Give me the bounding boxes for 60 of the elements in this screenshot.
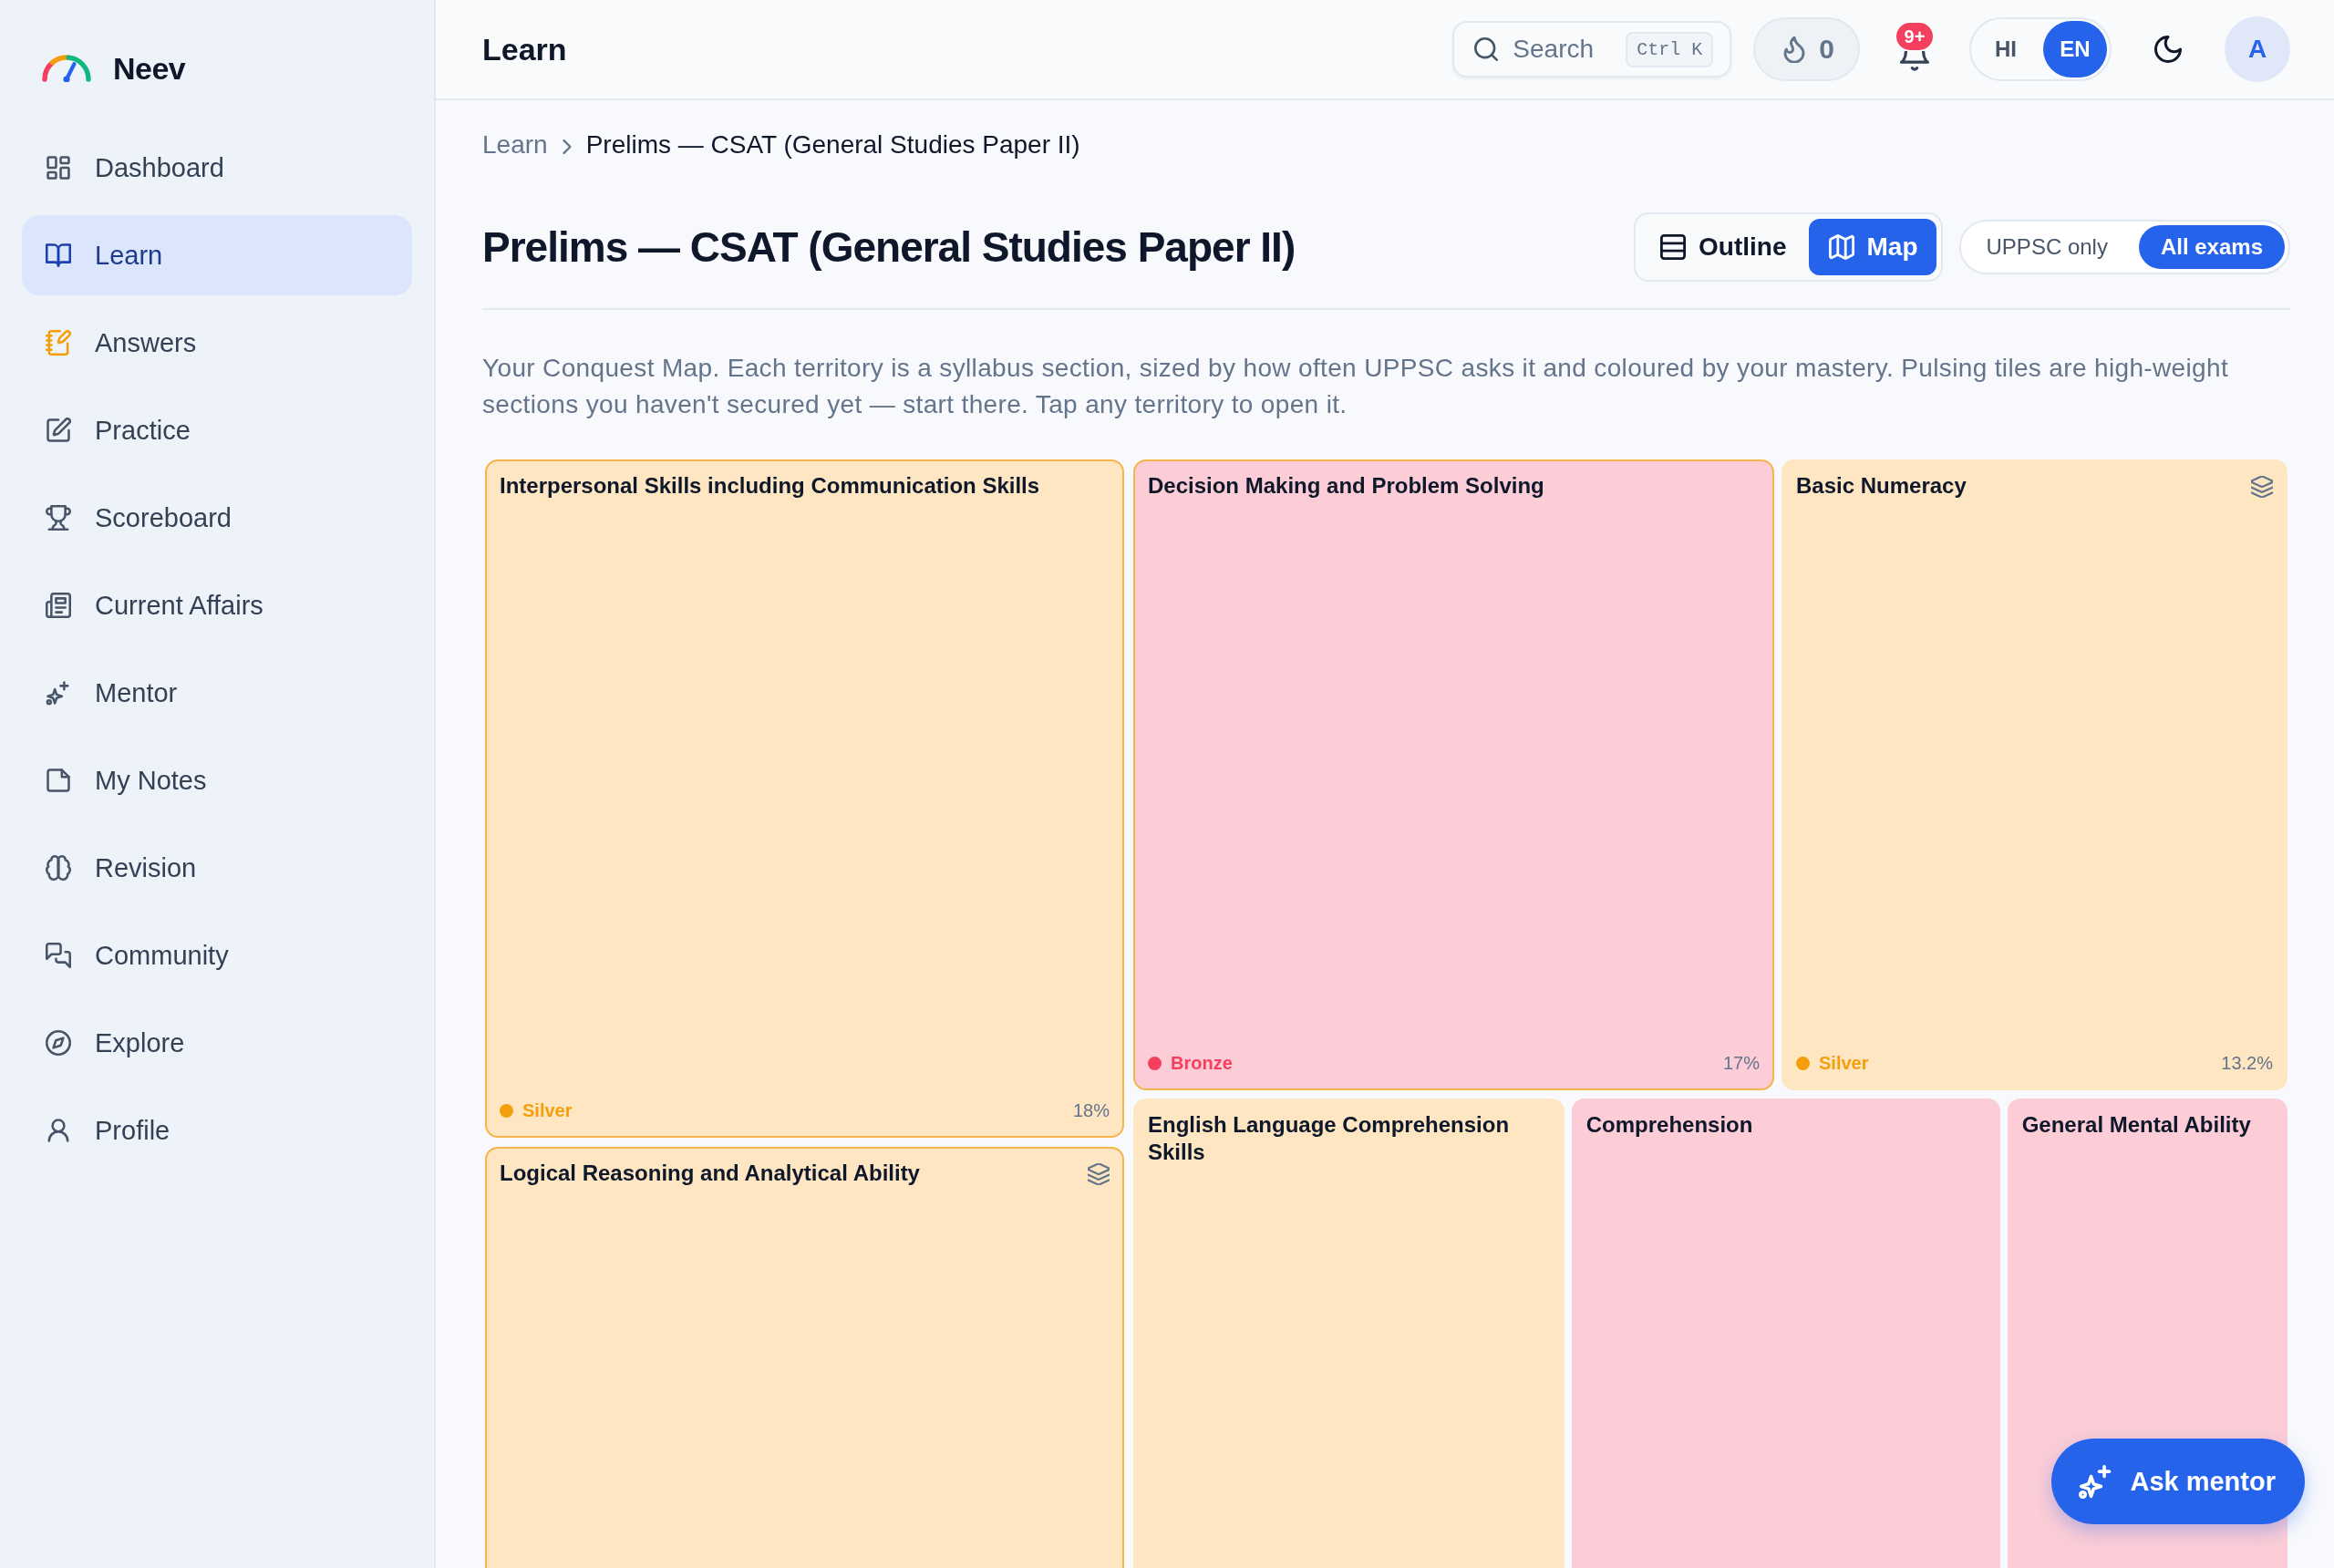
territory-tile[interactable]: Interpersonal Skills including Communication Skills Silver 18% [485,459,1124,1138]
breadcrumb-link[interactable]: Learn [482,130,548,160]
nav-item[interactable]: My Notes [22,740,412,820]
nav-item[interactable]: Community [22,915,412,995]
view-option[interactable]: Map [1808,219,1936,275]
language-option[interactable]: EN [2043,21,2107,77]
territory-tile[interactable]: Logical Reasoning and Analytical Ability [485,1147,1124,1568]
mastery-label: Silver [1819,1053,1869,1074]
page-description: Your Conquest Map. Each territory is a syllabus section, sized by how often UPPSC asks it and coloured by your mastery. Pulsing tiles are high-weight sections you haven't secured yet — start there. Tap any territory to open it. [482,353,2230,420]
chevron-icon [562,139,572,154]
mastery-label: Silver [522,1100,573,1121]
page-title: Learn [482,31,567,67]
tile-title: General Mental Ability [2021,1111,2251,1139]
tile-title: Comprehension [1585,1111,1753,1139]
nav-item[interactable]: Profile [22,1090,412,1171]
language-option[interactable]: HI [1974,21,2038,77]
nav-item[interactable]: Mentor [22,653,412,733]
avatar[interactable]: A [2225,16,2290,82]
moon-icon[interactable] [2154,36,2182,63]
tile-title: English Language Comprehension Skills [1148,1111,1511,1166]
gauge-logo-icon [42,55,91,82]
tile-title: Logical Reasoning and Analytical Ability [500,1160,920,1187]
territory-tile[interactable]: English Language Comprehension Skills [1133,1099,1565,1568]
nav-item[interactable]: Revision [22,828,412,908]
nav-item[interactable]: Scoreboard [22,478,412,558]
nav-item[interactable]: Explore [22,1003,412,1083]
status-dot [1796,1057,1811,1070]
share-label: 17% [1723,1053,1761,1074]
nav-item[interactable]: Practice [22,390,412,470]
breadcrumb-current: Prelims — CSAT (General Studies Paper II) [585,130,1080,160]
share-label: 18% [1072,1100,1110,1121]
search-field[interactable]: Search [1513,35,1612,64]
notification-badge: 9+ [1895,23,1934,50]
share-label: 13.2% [2221,1053,2273,1074]
tile-title: Interpersonal Skills including Communication Skills [500,472,1040,500]
map-icon [1828,234,1854,260]
territory-tile[interactable]: Basic Numeracy Silver 13.2% [1781,459,2288,1090]
brand-name: Neev [113,50,186,87]
territory-tile[interactable]: Decision Making and Problem Solving Bronze 17% [1133,459,1775,1090]
list-icon [1660,234,1687,260]
bell-icon[interactable] [1900,51,1929,71]
territory-tile[interactable]: Comprehension [1571,1099,2000,1568]
search-icon [1474,37,1499,61]
scope-option[interactable]: All exams [2138,225,2285,269]
nav-item[interactable]: Dashboard [22,128,412,208]
tile-title: Basic Numeracy [1796,472,1967,500]
scope-option[interactable]: UPPSC only [1964,225,2130,269]
status-dot [1148,1057,1162,1070]
nav-item[interactable]: Answers [22,303,412,383]
flame-icon [1782,36,1807,63]
status-dot [500,1104,513,1118]
nav-item[interactable]: Learn [22,215,412,295]
nav-item[interactable]: Current Affairs [22,565,412,645]
ask-mentor-button[interactable]: Ask mentor [2051,1439,2305,1524]
tile-title: Decision Making and Problem Solving [1148,472,1544,500]
mastery-label: Bronze [1171,1053,1233,1074]
page-heading: Prelims — CSAT (General Studies Paper II) [482,222,1296,272]
view-option[interactable]: Outline [1640,219,1805,275]
shortcut-key: Ctrl K [1626,31,1714,67]
streak-counter[interactable]: 0 [1753,17,1860,81]
